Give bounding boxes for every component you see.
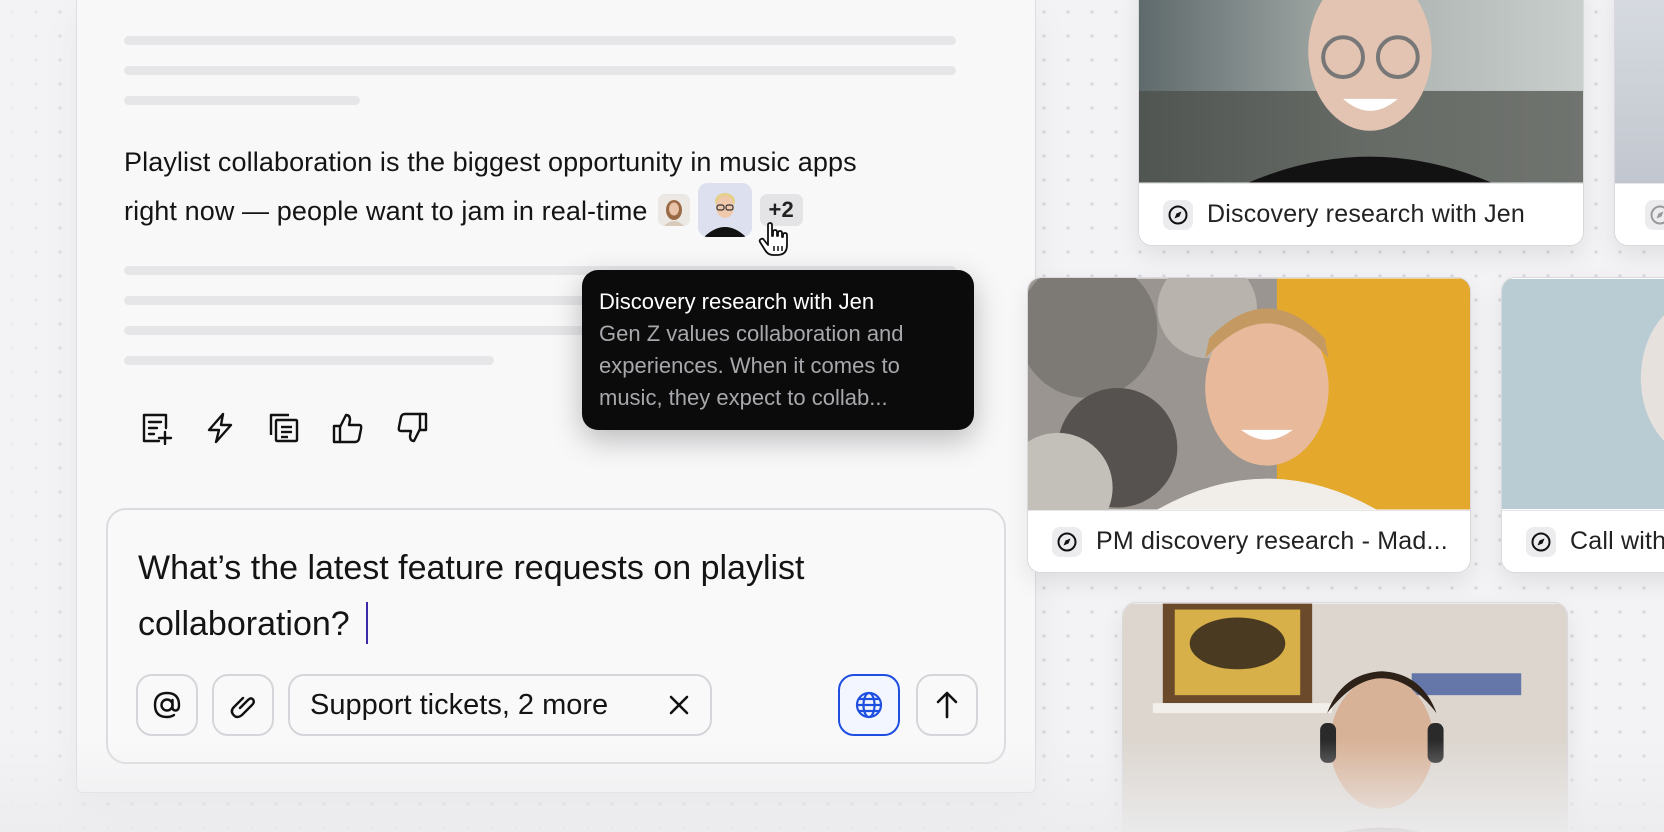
- compass-icon: [1645, 199, 1664, 230]
- lightning-icon: [207, 412, 233, 444]
- video-card-call[interactable]: Call with: [1501, 277, 1664, 573]
- person-avatar-icon: [697, 183, 752, 237]
- answer-line-1: Playlist collaboration is the biggest op…: [124, 147, 857, 177]
- composer-line-2-text: collaboration?: [138, 605, 350, 643]
- video-card-footer: [1615, 183, 1664, 245]
- paperclip-icon: [230, 696, 255, 719]
- send-button[interactable]: [916, 674, 978, 736]
- video-thumbnail: [1615, 0, 1664, 183]
- answer-line-2: right now — people want to jam in real-t…: [124, 183, 984, 237]
- person-avatar-icon: [657, 195, 690, 226]
- answer-action-bar: [138, 410, 430, 446]
- composer-line-2: collaboration?: [138, 596, 958, 652]
- video-card-bottom[interactable]: [1122, 602, 1568, 832]
- skeleton-line: [124, 66, 956, 75]
- skeleton-line: [124, 356, 494, 365]
- message-composer[interactable]: What’s the latest feature requests on pl…: [106, 508, 1006, 764]
- tooltip-body-line: experiences. When it comes to: [599, 353, 900, 378]
- arrow-up-icon: [936, 691, 958, 719]
- video-thumbnail: [1123, 603, 1567, 832]
- video-card-title: Discovery research with Jen: [1207, 200, 1526, 228]
- video-card-footer: PM discovery research - Mad...: [1028, 510, 1470, 572]
- edge-fade: [0, 0, 80, 832]
- answer-text: Playlist collaboration is the biggest op…: [124, 138, 984, 237]
- copy-button[interactable]: [266, 410, 302, 446]
- source-filter-chip[interactable]: Support tickets, 2 more: [288, 674, 712, 736]
- source-avatar-1[interactable]: [657, 194, 690, 226]
- video-thumbnail: [1502, 278, 1664, 510]
- thumbs-up-icon: [332, 413, 363, 444]
- attach-button[interactable]: [212, 674, 274, 736]
- video-card-footer: Discovery research with Jen: [1139, 183, 1583, 245]
- source-avatar-2[interactable]: [697, 183, 752, 237]
- source-tooltip: Discovery research with Jen Gen Z values…: [582, 270, 974, 430]
- answer-line-2-text: right now — people want to jam in real-t…: [124, 196, 648, 227]
- at-icon: [153, 691, 181, 719]
- close-icon[interactable]: [668, 694, 690, 716]
- quick-action-button[interactable]: [202, 410, 238, 446]
- composer-input[interactable]: What’s the latest feature requests on pl…: [138, 540, 958, 652]
- tooltip-body-line: Gen Z values collaboration and: [599, 321, 904, 346]
- video-card-pm-discovery[interactable]: PM discovery research - Mad...: [1027, 277, 1471, 573]
- tooltip-title: Discovery research with Jen: [599, 289, 875, 314]
- add-to-notes-button[interactable]: [138, 410, 174, 446]
- thumbs-up-button[interactable]: [330, 410, 366, 446]
- text-caret: [365, 602, 368, 645]
- skeleton-line: [124, 36, 956, 45]
- mention-button[interactable]: [136, 674, 198, 736]
- composer-line-1: What’s the latest feature requests on pl…: [138, 549, 805, 587]
- hand-cursor-icon: [758, 222, 788, 256]
- video-card-jen[interactable]: Discovery research with Jen: [1138, 0, 1584, 246]
- skeleton-line: [124, 96, 360, 105]
- web-search-toggle[interactable]: [838, 674, 900, 736]
- thumbs-down-icon: [397, 412, 428, 443]
- copy-icon: [269, 413, 299, 443]
- tooltip-body-line: music, they expect to collab...: [599, 385, 888, 410]
- video-card-title: PM discovery research - Mad...: [1096, 527, 1448, 555]
- compass-icon: [1052, 526, 1082, 557]
- video-card-partial[interactable]: [1614, 0, 1664, 246]
- compass-icon: [1526, 526, 1556, 557]
- video-thumbnail: [1139, 0, 1583, 183]
- video-card-title: Call with: [1570, 527, 1664, 555]
- video-card-footer: Call with: [1502, 510, 1664, 572]
- source-filter-label: Support tickets, 2 more: [310, 688, 609, 721]
- thumbs-down-button[interactable]: [394, 410, 430, 446]
- add-note-icon: [142, 413, 173, 445]
- globe-icon: [855, 691, 883, 719]
- video-thumbnail: [1028, 278, 1470, 510]
- compass-icon: [1163, 199, 1193, 230]
